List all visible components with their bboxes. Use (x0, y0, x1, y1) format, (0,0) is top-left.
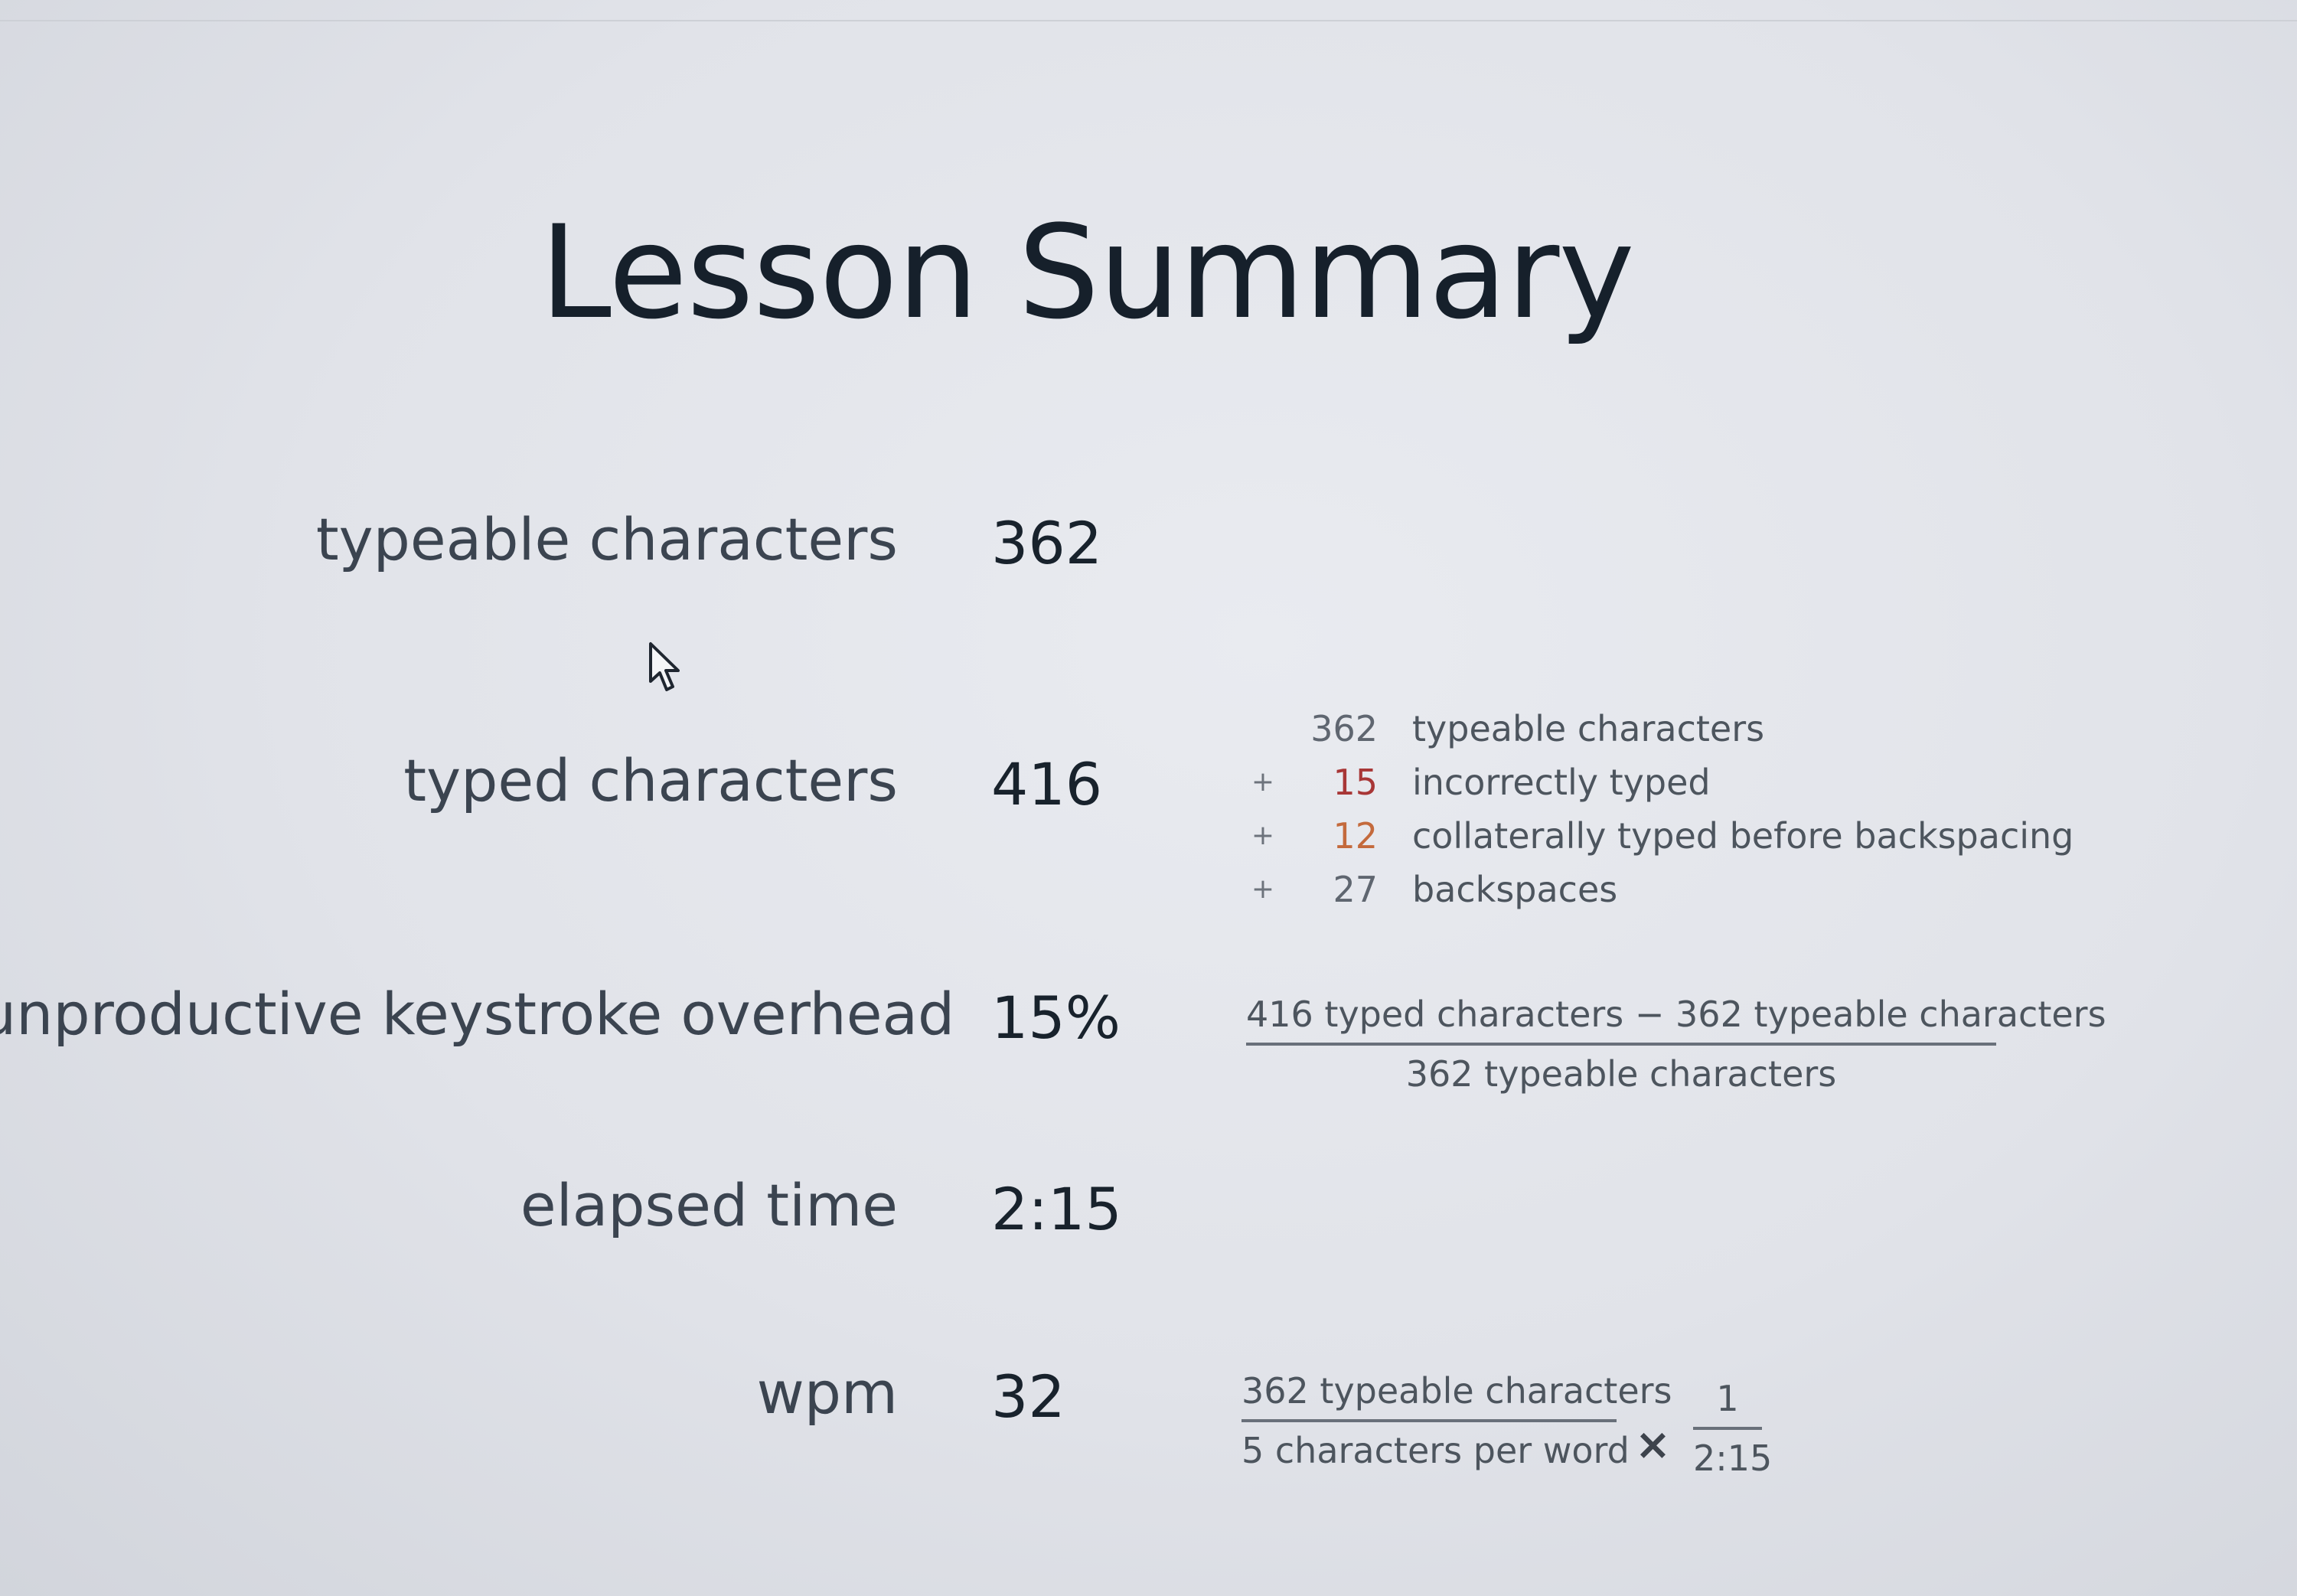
plus-operator: + (1251, 820, 1275, 851)
wpm-numerator: 362 typeable characters (1241, 1370, 1672, 1422)
typeable-characters-label: typeable characters (315, 505, 898, 573)
breakdown-label: collaterally typed before backspacing (1412, 815, 2074, 857)
overhead-numerator: 416 typed characters − 362 typeable char… (1246, 994, 2106, 1046)
breakdown-label: incorrectly typed (1412, 762, 1711, 803)
typed-characters-label: typed characters (403, 746, 898, 814)
wpm-formula-right: 1 2:15 (1693, 1378, 1773, 1479)
mouse-pointer-icon (649, 642, 680, 691)
wpm-right-numerator: 1 (1693, 1378, 1762, 1430)
wpm-value: 32 (991, 1363, 1065, 1431)
breakdown-count: 12 (1333, 815, 1378, 857)
wpm-label: wpm (756, 1359, 898, 1427)
breakdown-count: 362 (1310, 708, 1378, 749)
breakdown-label: typeable characters (1412, 708, 1765, 749)
elapsed-time-label: elapsed time (520, 1171, 898, 1239)
typed-characters-value: 416 (991, 750, 1103, 818)
typeable-characters-value: 362 (991, 509, 1103, 577)
multiply-sign: × (1635, 1420, 1671, 1470)
breakdown-count: 15 (1333, 762, 1378, 803)
overhead-formula: 416 typed characters − 362 typeable char… (1246, 994, 2106, 1095)
breakdown-count: 27 (1333, 869, 1378, 910)
wpm-formula-left: 362 typeable characters 5 characters per… (1241, 1370, 1672, 1471)
top-divider (0, 20, 2297, 21)
elapsed-time-value: 2:15 (991, 1175, 1122, 1243)
plus-operator: + (1251, 766, 1275, 798)
plus-operator: + (1251, 873, 1275, 905)
overhead-value: 15% (991, 984, 1121, 1052)
overhead-denominator: 362 typeable characters (1405, 1053, 1837, 1095)
page-title: Lesson Summary (540, 197, 1635, 348)
wpm-right-denominator: 2:15 (1693, 1438, 1773, 1479)
overhead-label: unproductive keystroke overhead (0, 980, 955, 1048)
breakdown-label: backspaces (1412, 869, 1618, 910)
wpm-denominator: 5 characters per word (1241, 1430, 1630, 1471)
